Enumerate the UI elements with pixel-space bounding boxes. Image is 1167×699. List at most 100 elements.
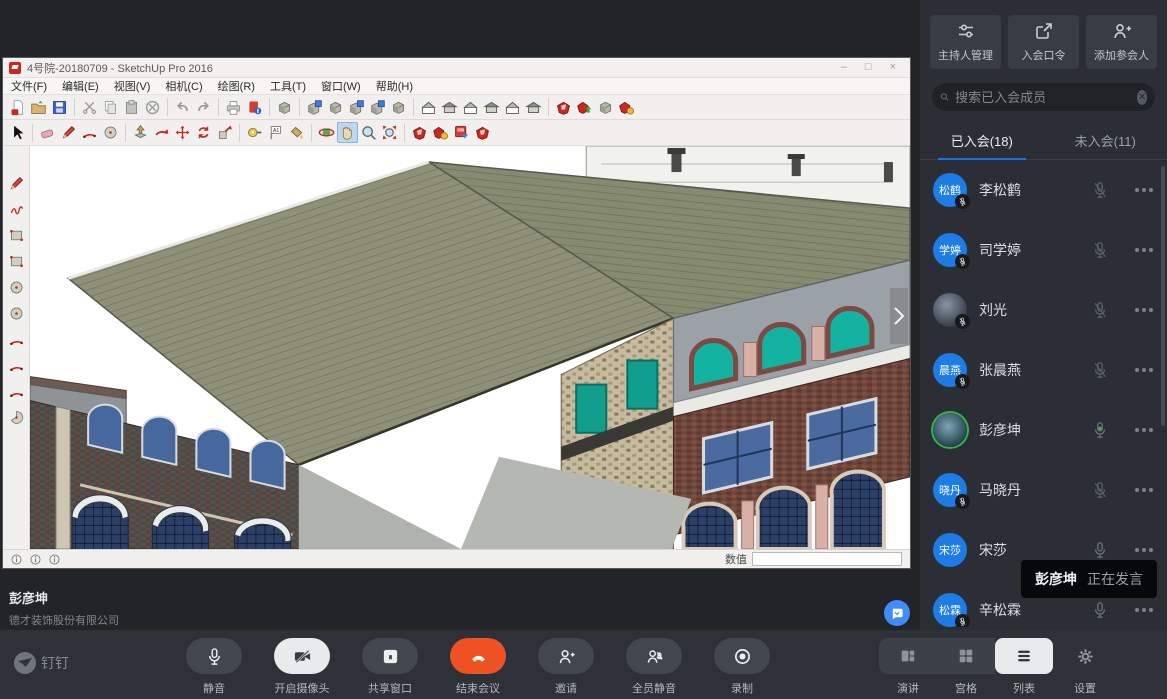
geo-location-icon[interactable]	[9, 552, 24, 567]
undo-icon[interactable]	[172, 97, 193, 118]
3d-warehouse-icon[interactable]	[553, 97, 574, 118]
component-option-3-icon[interactable]	[346, 97, 367, 118]
palette-polygon-icon[interactable]	[5, 302, 27, 324]
paste-icon[interactable]	[121, 97, 142, 118]
measurements-input[interactable]	[752, 552, 902, 566]
view-iso-icon[interactable]	[418, 97, 439, 118]
follow-me-icon[interactable]	[151, 122, 172, 143]
tab-joined[interactable]: 已入会(18)	[920, 123, 1044, 159]
view-grid-button[interactable]: 宫格	[937, 638, 995, 696]
circle-icon[interactable]	[100, 122, 121, 143]
invite-button[interactable]: 邀请	[538, 638, 594, 696]
credits-icon[interactable]	[28, 552, 43, 567]
menu-item[interactable]: 窗口(W)	[321, 78, 361, 94]
mute-button[interactable]: 静音	[186, 638, 242, 696]
send-to-layout-icon[interactable]	[451, 122, 472, 143]
menu-item[interactable]: 文件(F)	[11, 78, 47, 94]
more-options-button[interactable]	[1135, 248, 1153, 252]
palette-2pt-arc-icon[interactable]	[5, 354, 27, 376]
redo-icon[interactable]	[193, 97, 214, 118]
more-options-button[interactable]	[1135, 428, 1153, 432]
new-file-icon[interactable]	[7, 97, 28, 118]
palette-circle-icon[interactable]	[5, 276, 27, 298]
sketchup-canvas[interactable]	[30, 146, 910, 549]
collapse-panel-button[interactable]	[890, 288, 908, 344]
orbit-icon[interactable]	[316, 122, 337, 143]
save-icon[interactable]	[49, 97, 70, 118]
more-options-button[interactable]	[1135, 488, 1153, 492]
palette-rectangle-icon[interactable]	[5, 224, 27, 246]
scrollbar[interactable]	[1161, 166, 1165, 426]
mic-idle-icon[interactable]	[1091, 601, 1109, 619]
view-speaker-button[interactable]: 演讲	[879, 638, 937, 696]
tab-not-joined[interactable]: 未入会(11)	[1044, 123, 1167, 159]
copy-icon[interactable]	[100, 97, 121, 118]
close-button[interactable]: ×	[890, 62, 896, 73]
search-input[interactable]	[955, 90, 1131, 105]
extension-warehouse-icon[interactable]	[616, 97, 637, 118]
share-window-button[interactable]: 共享窗口	[362, 638, 418, 696]
make-component-icon[interactable]	[274, 97, 295, 118]
print-icon[interactable]	[223, 97, 244, 118]
component-option-1-icon[interactable]	[304, 97, 325, 118]
line-icon[interactable]	[58, 122, 79, 143]
record-button[interactable]: 录制	[714, 638, 770, 696]
paint-bucket-icon[interactable]	[286, 122, 307, 143]
more-options-button[interactable]	[1135, 608, 1153, 612]
view-front-icon[interactable]	[439, 97, 460, 118]
end-meeting-button[interactable]: 结束会议	[450, 638, 506, 696]
mic-active-icon[interactable]	[1091, 421, 1109, 439]
mute-all-button[interactable]: 全员静音	[626, 638, 682, 696]
host-manage-button[interactable]: 主持人管理	[930, 15, 1001, 69]
palette-arc-icon[interactable]	[5, 328, 27, 350]
palette-freehand-icon[interactable]	[5, 198, 27, 220]
pan-icon[interactable]	[337, 122, 358, 143]
component-option-2-icon[interactable]	[325, 97, 346, 118]
zoom-extents-icon[interactable]	[379, 122, 400, 143]
mic-muted-icon[interactable]	[1091, 361, 1109, 379]
push-pull-icon[interactable]	[130, 122, 151, 143]
rotate-icon[interactable]	[193, 122, 214, 143]
chat-button[interactable]	[884, 600, 910, 626]
more-options-button[interactable]	[1135, 368, 1153, 372]
arc-icon[interactable]	[79, 122, 100, 143]
delete-icon[interactable]	[142, 97, 163, 118]
mic-muted-icon[interactable]	[1091, 241, 1109, 259]
component-option-4-icon[interactable]	[367, 97, 388, 118]
more-options-button[interactable]	[1135, 188, 1153, 192]
share-model-icon[interactable]	[574, 97, 595, 118]
mic-muted-icon[interactable]	[1091, 181, 1109, 199]
view-top-icon[interactable]	[481, 97, 502, 118]
view-list-button[interactable]: 列表	[995, 638, 1053, 696]
maximize-button[interactable]: □	[865, 62, 872, 73]
select-icon[interactable]	[7, 122, 28, 143]
menu-item[interactable]: 视图(V)	[114, 78, 151, 94]
component-option-5-icon[interactable]	[388, 97, 409, 118]
mic-muted-icon[interactable]	[1091, 301, 1109, 319]
palette-3pt-arc-icon[interactable]	[5, 380, 27, 402]
warehouse-red-2-icon[interactable]	[430, 122, 451, 143]
palette-rotated-rectangle-icon[interactable]	[5, 250, 27, 272]
more-options-button[interactable]	[1135, 548, 1153, 552]
warehouse-red-1-icon[interactable]	[409, 122, 430, 143]
menu-item[interactable]: 绘图(R)	[218, 78, 255, 94]
search-box[interactable]: ✕	[932, 83, 1155, 111]
text-icon[interactable]	[265, 122, 286, 143]
menu-item[interactable]: 帮助(H)	[376, 78, 413, 94]
zoom-icon[interactable]	[358, 122, 379, 143]
open-file-icon[interactable]	[28, 97, 49, 118]
cut-icon[interactable]	[79, 97, 100, 118]
component-sampler-icon[interactable]	[595, 97, 616, 118]
view-left-icon[interactable]	[502, 97, 523, 118]
palette-line-icon[interactable]	[5, 172, 27, 194]
scale-icon[interactable]	[214, 122, 235, 143]
mic-muted-icon[interactable]	[1091, 481, 1109, 499]
view-home-icon[interactable]	[460, 97, 481, 118]
view-back-icon[interactable]	[523, 97, 544, 118]
styles-icon[interactable]	[472, 122, 493, 143]
move-icon[interactable]	[172, 122, 193, 143]
eraser-icon[interactable]	[37, 122, 58, 143]
menu-item[interactable]: 相机(C)	[165, 78, 202, 94]
minimize-button[interactable]: –	[841, 62, 847, 73]
menu-item[interactable]: 工具(T)	[270, 78, 306, 94]
